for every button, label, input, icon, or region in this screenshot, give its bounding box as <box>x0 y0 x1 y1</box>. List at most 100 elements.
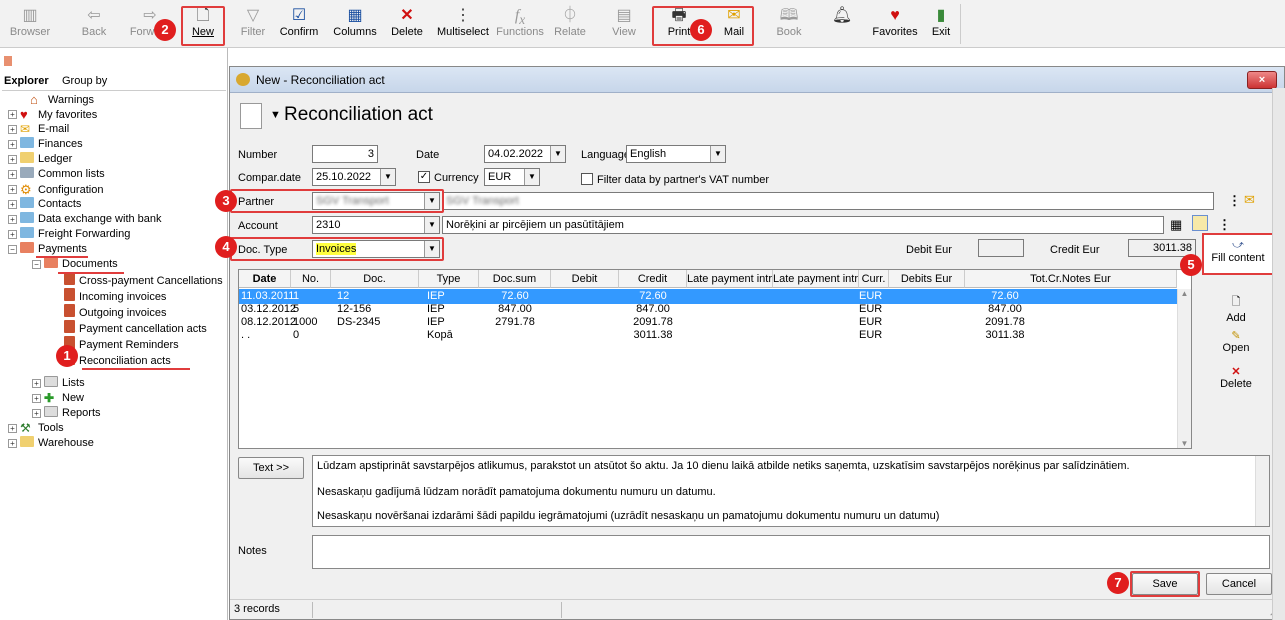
language-select[interactable]: English ▼ <box>626 145 726 163</box>
explorer-tab[interactable]: Explorer <box>4 74 49 89</box>
column-header-debits-eur[interactable]: Debits Eur <box>889 270 965 288</box>
delete-button[interactable]: ✕ Delete <box>388 6 426 46</box>
expand-toggle[interactable]: + <box>8 125 17 134</box>
tree-item-cross-payment[interactable]: Cross-payment Cancellations <box>64 272 223 287</box>
tree-item-payment-reminders[interactable]: Payment Reminders <box>64 336 179 351</box>
column-header-no[interactable]: No. <box>291 270 331 288</box>
chevron-down-icon[interactable]: ▼ <box>380 169 395 185</box>
tree-item-freight-forwarding[interactable]: Freight Forwarding <box>20 227 130 242</box>
chevron-down-icon[interactable]: ▼ <box>524 169 539 185</box>
confirm-button[interactable]: ☑ Confirm <box>276 6 322 46</box>
tree-item-payments[interactable]: Payments <box>20 242 87 257</box>
scroll-down-icon[interactable]: ▼ <box>1178 439 1191 448</box>
expand-toggle[interactable]: + <box>8 230 17 239</box>
expand-toggle[interactable]: + <box>32 394 41 403</box>
tree-item-reports[interactable]: Reports <box>44 406 101 421</box>
exit-button[interactable]: ▮ Exit <box>926 6 956 46</box>
currency-select[interactable]: EUR ▼ <box>484 168 540 186</box>
expand-toggle[interactable]: + <box>8 140 17 149</box>
scroll-up-icon[interactable]: ▲ <box>1178 289 1191 298</box>
favorites-button[interactable]: ♥ Favorites <box>870 6 920 46</box>
tree-item-finances[interactable]: Finances <box>20 137 83 152</box>
multiselect-button[interactable]: ⋮ Multiselect <box>434 6 492 46</box>
tree-item-warehouse[interactable]: Warehouse <box>20 436 94 451</box>
tree-item-my-favorites[interactable]: ♥ My favorites <box>20 107 97 122</box>
tree-item-warnings[interactable]: ⌂ Warnings <box>30 92 94 107</box>
tree-item-contacts[interactable]: Contacts <box>20 197 81 212</box>
view-button[interactable]: ▤ View <box>608 6 640 46</box>
column-header-type[interactable]: Type <box>419 270 479 288</box>
column-header-late-interest-c[interactable]: Late payment intr.c. <box>773 270 859 288</box>
account-name-field[interactable]: Norēķini ar pircējiem un pasūtītājiem <box>442 216 1164 234</box>
partner-more-icon[interactable]: ⋮ <box>1228 193 1241 209</box>
number-field[interactable]: 3 <box>312 145 378 163</box>
expand-toggle[interactable]: + <box>8 439 17 448</box>
relate-button[interactable]: ⏀ Relate <box>552 6 588 46</box>
column-header-late-interest[interactable]: Late payment intr. <box>687 270 773 288</box>
collapse-arrow-icon[interactable]: ▼ <box>270 109 281 121</box>
expand-toggle[interactable]: + <box>32 409 41 418</box>
chevron-down-icon[interactable]: ▼ <box>424 217 439 233</box>
expand-toggle[interactable]: + <box>8 110 17 119</box>
back-button[interactable]: ⇦ Back <box>74 6 114 46</box>
expand-toggle[interactable]: + <box>8 170 17 179</box>
open-row-button[interactable]: ✎ Open <box>1216 329 1256 354</box>
account-more-icon[interactable]: ⋮ <box>1218 217 1231 233</box>
account-code-field[interactable]: 2310 ▼ <box>312 216 440 234</box>
column-header-date[interactable]: Date <box>239 270 291 288</box>
column-header-doc[interactable]: Doc. <box>331 270 419 288</box>
tree-item-outgoing-invoices[interactable]: Outgoing invoices <box>64 304 166 319</box>
expand-toggle[interactable]: + <box>8 215 17 224</box>
columns-button[interactable]: ▦ Columns <box>330 6 380 46</box>
date-field[interactable]: 04.02.2022 ▼ <box>484 145 566 163</box>
tree-item-data-exchange[interactable]: Data exchange with bank <box>20 212 162 227</box>
expand-toggle[interactable]: + <box>8 155 17 164</box>
close-button[interactable]: × <box>1247 71 1277 89</box>
tree-item-new[interactable]: ✚ New <box>44 391 84 406</box>
tree-item-tools[interactable]: ⚒ Tools <box>20 421 64 436</box>
filter-button[interactable]: ▽ Filter <box>236 6 270 46</box>
expand-toggle[interactable]: + <box>32 379 41 388</box>
column-header-tot-cr-notes[interactable]: Tot.Cr.Notes Eur <box>965 270 1177 288</box>
collapse-toggle[interactable]: − <box>8 245 17 254</box>
fill-content-button[interactable]: ⤻ Fill content <box>1202 233 1274 275</box>
column-header-debit[interactable]: Debit <box>551 270 619 288</box>
tree-item-incoming-invoices[interactable]: Incoming invoices <box>64 288 166 303</box>
folder-open-icon[interactable] <box>1192 215 1208 231</box>
delete-row-button[interactable]: ✕ Delete <box>1216 365 1256 390</box>
collapse-toggle[interactable]: − <box>32 260 41 269</box>
table-scrollbar[interactable]: ▲ ▼ <box>1177 289 1191 448</box>
column-header-credit[interactable]: Credit <box>619 270 687 288</box>
tree-item-documents[interactable]: Documents <box>44 257 118 272</box>
notifications-button[interactable]: 🔔︎ <box>830 6 854 46</box>
tree-item-configuration[interactable]: ⚙ Configuration <box>20 182 103 197</box>
expand-toggle[interactable]: + <box>8 424 17 433</box>
mail-icon[interactable]: ✉ <box>1244 192 1255 208</box>
text-area[interactable]: Lūdzam apstiprināt savstarpējos atlikumu… <box>312 455 1270 527</box>
browser-button[interactable]: ▥ Browser <box>8 6 52 46</box>
chevron-down-icon[interactable]: ▼ <box>710 146 725 162</box>
partner-name-field[interactable]: SGV Transport <box>442 192 1214 210</box>
tree-item-lists[interactable]: Lists <box>44 376 85 391</box>
group-by-tab[interactable]: Group by <box>62 74 107 89</box>
add-row-button[interactable]: 🗋 Add <box>1216 293 1256 324</box>
text-toggle-button[interactable]: Text >> <box>238 457 304 479</box>
tree-item-email[interactable]: ✉ E-mail <box>20 122 69 137</box>
tree-item-payment-cancellation-acts[interactable]: Payment cancellation acts <box>64 320 207 335</box>
column-header-docsum[interactable]: Doc.sum <box>479 270 551 288</box>
cancel-button[interactable]: Cancel <box>1206 573 1272 595</box>
functions-button[interactable]: fx Functions <box>494 6 546 46</box>
book-button[interactable]: 🕮 Book <box>774 6 804 46</box>
text-scrollbar[interactable] <box>1255 456 1269 526</box>
chevron-down-icon[interactable]: ▼ <box>550 146 565 162</box>
currency-checkbox[interactable]: ✓ <box>418 171 430 183</box>
tree-item-common-lists[interactable]: Common lists <box>20 167 105 182</box>
expand-toggle[interactable]: + <box>8 200 17 209</box>
expand-toggle[interactable]: + <box>8 185 17 194</box>
column-header-curr[interactable]: Curr. <box>859 270 889 288</box>
compar-date-field[interactable]: 25.10.2022 ▼ <box>312 168 396 186</box>
tree-item-reconciliation-acts[interactable]: Reconciliation acts <box>64 352 171 367</box>
tree-item-ledger[interactable]: Ledger <box>20 152 72 167</box>
notes-field[interactable] <box>312 535 1270 569</box>
filter-vat-checkbox[interactable] <box>581 173 593 185</box>
